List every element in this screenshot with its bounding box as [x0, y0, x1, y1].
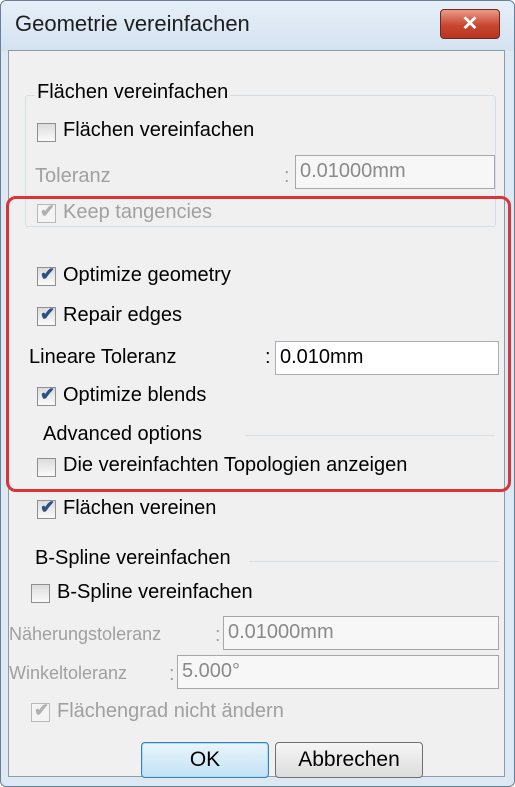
ok-button[interactable]: OK [141, 742, 269, 778]
merge-faces-checkbox[interactable]: ✔ [37, 497, 56, 519]
faces-simplify-checkbox[interactable] [37, 123, 56, 142]
tolerance-colon: : [284, 165, 290, 187]
approx-tolerance-colon: : [215, 624, 221, 646]
bspline-divider [249, 561, 499, 562]
tolerance-label: Toleranz [35, 165, 111, 187]
bspline-legend: B-Spline vereinfachen [33, 547, 233, 570]
cancel-button[interactable]: Abbrechen [275, 742, 423, 778]
keep-degree-label: Flächengrad nicht ändern [57, 700, 284, 722]
angle-tolerance-colon: : [169, 663, 175, 685]
faces-simplify-label: Flächen vereinfachen [63, 119, 255, 141]
faces-simplify-legend: Flächen vereinfachen [35, 81, 231, 104]
bspline-simplify-label: B-Spline vereinfachen [57, 581, 253, 603]
check-icon: ✔ [33, 700, 50, 720]
tolerance-field[interactable]: 0.01000mm [295, 155, 495, 189]
close-icon: ✕ [461, 13, 479, 35]
bspline-simplify-checkbox[interactable] [31, 584, 50, 603]
keep-degree-checkbox[interactable]: ✔ [31, 700, 50, 722]
approx-tolerance-field[interactable]: 0.01000mm [223, 616, 499, 650]
merge-faces-label: Flächen vereinen [63, 497, 217, 519]
angle-tolerance-label: Winkeltoleranz [9, 663, 128, 683]
check-icon: ✔ [39, 497, 56, 517]
close-button[interactable]: ✕ [440, 9, 500, 39]
approx-tolerance-label: Näherungstoleranz [9, 624, 162, 644]
angle-tolerance-field[interactable]: 5.000° [177, 655, 499, 689]
highlight-box [6, 196, 511, 492]
title-bar[interactable]: Geometrie vereinfachen ✕ [1, 1, 514, 51]
dialog-title: Geometrie vereinfachen [15, 11, 250, 36]
